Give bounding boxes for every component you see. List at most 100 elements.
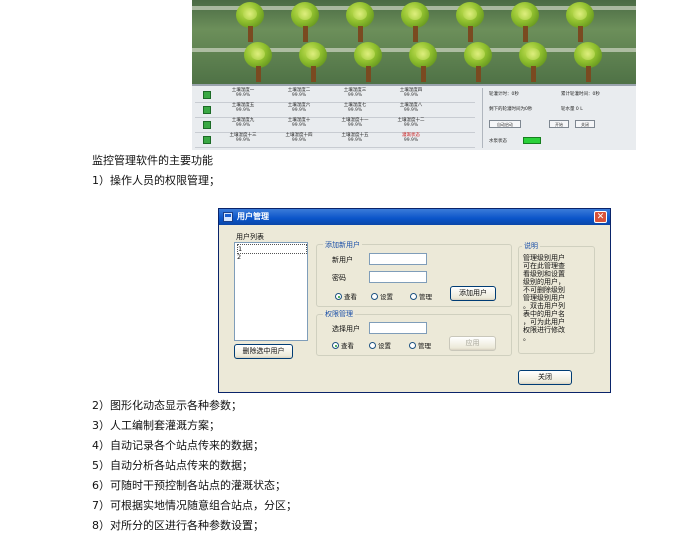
close-icon[interactable]: ✕ bbox=[594, 211, 607, 223]
sensor-panel: 土壤湿度一 99.9% 土壤湿度二 99.9% 土壤湿度三 99.9% 土壤湿度四 99.9%… bbox=[192, 84, 636, 150]
sensor-row: 土壤湿度十三 99.9% 土壤湿度十四 99.9% 土壤湿度十五 99.9% 灌溉状态 99.… bbox=[195, 133, 475, 148]
tree-icon bbox=[452, 2, 488, 42]
field-monitor-screenshot: 土壤湿度一 99.9% 土壤湿度二 99.9% 土壤湿度三 99.9% 土壤湿度四 99.9%… bbox=[192, 0, 636, 150]
user-list-label: 用户列表 bbox=[236, 233, 264, 241]
sensor-reading: 灌溉状态 99.9% bbox=[385, 133, 437, 143]
sensor-reading: 土壤湿度十五 99.9% bbox=[329, 133, 381, 143]
sensor-value: 99.9% bbox=[403, 108, 419, 113]
sensor-value: 99.9% bbox=[291, 93, 307, 98]
list-item[interactable]: 2 bbox=[237, 253, 241, 261]
radio-admin[interactable]: 管理 bbox=[410, 291, 432, 301]
sensor-reading: 土壤湿度十二 99.9% bbox=[385, 118, 437, 128]
auto-start-button[interactable]: 自动启动 bbox=[489, 120, 521, 128]
tree-icon bbox=[397, 2, 433, 42]
radio-label: 设置 bbox=[378, 342, 391, 350]
pump-status-indicator bbox=[523, 137, 541, 144]
feature-item: 6）可随时干预控制各站点的灌溉状态； bbox=[92, 479, 286, 492]
select-user-label: 选择用户 bbox=[332, 325, 360, 333]
sensor-value: 99.9% bbox=[291, 108, 307, 113]
feature-item: 2）图形化动态显示各种参数； bbox=[92, 399, 242, 412]
sensor-value: 99.9% bbox=[235, 138, 251, 143]
pump-status-label: 水泵状态 bbox=[489, 139, 507, 144]
sensor-reading: 土壤湿度五 99.9% bbox=[217, 103, 269, 113]
close-panel-button[interactable]: 关闭 bbox=[575, 120, 595, 128]
radio-dot-icon bbox=[409, 342, 416, 349]
sensor-reading: 土壤湿度三 99.9% bbox=[329, 88, 381, 98]
sensor-row: 土壤湿度一 99.9% 土壤湿度二 99.9% 土壤湿度三 99.9% 土壤湿度四 99.9% bbox=[195, 88, 475, 103]
user-list[interactable]: 1 2 bbox=[234, 242, 308, 341]
perm-radio-settings[interactable]: 设置 bbox=[369, 340, 391, 350]
apply-button[interactable]: 应用 bbox=[449, 336, 496, 351]
add-user-legend: 添加新用户 bbox=[323, 240, 362, 250]
tree-grid bbox=[192, 0, 636, 84]
perm-radio-admin[interactable]: 管理 bbox=[409, 340, 431, 350]
new-user-input[interactable] bbox=[369, 253, 427, 265]
list-item[interactable]: 1 bbox=[237, 244, 307, 254]
sensor-value: 99.9% bbox=[347, 138, 363, 143]
tree-icon bbox=[350, 42, 386, 82]
sensor-reading: 土壤湿度十一 99.9% bbox=[329, 118, 381, 128]
sensor-row: 土壤湿度九 99.9% 土壤湿度十 99.9% 土壤湿度十一 99.9% 土壤湿度十二 99.… bbox=[195, 118, 475, 133]
sensor-value: 99.9% bbox=[403, 138, 419, 143]
main-heading: 监控管理软件的主要功能 bbox=[92, 154, 213, 167]
tree-icon bbox=[232, 2, 268, 42]
radio-label: 查看 bbox=[341, 342, 354, 350]
sensor-value: 99.9% bbox=[347, 108, 363, 113]
sensor-reading: 土壤湿度一 99.9% bbox=[217, 88, 269, 98]
feature-item: 3）人工编制套灌溉方案； bbox=[92, 419, 220, 432]
sensor-value: 99.9% bbox=[291, 123, 307, 128]
total-time-text: 累计轮灌时间：0秒 bbox=[561, 92, 600, 97]
tree-icon bbox=[405, 42, 441, 82]
dialog-title: 用户管理 bbox=[237, 212, 269, 221]
station-checkbox-icon[interactable] bbox=[203, 121, 211, 129]
tree-icon bbox=[287, 2, 323, 42]
sensor-reading: 土壤湿度九 99.9% bbox=[217, 118, 269, 128]
station-checkbox-icon[interactable] bbox=[203, 106, 211, 114]
window-icon bbox=[223, 212, 233, 222]
select-user-input[interactable] bbox=[369, 322, 427, 334]
add-user-button[interactable]: 添加用户 bbox=[450, 286, 496, 301]
tree-icon bbox=[515, 42, 551, 82]
sensor-value: 99.9% bbox=[403, 93, 419, 98]
radio-view[interactable]: 查看 bbox=[335, 291, 357, 301]
sensor-value: 99.9% bbox=[235, 123, 251, 128]
feature-item: 8）对所分的区进行各种参数设置； bbox=[92, 519, 264, 532]
user-management-dialog: 用户管理 ✕ 用户列表 1 2 删除选中用户 添加新用户 新用户 密码 查看 设… bbox=[218, 208, 611, 393]
tree-icon bbox=[342, 2, 378, 42]
sensor-reading: 土壤湿度十四 99.9% bbox=[273, 133, 325, 143]
sensor-reading: 土壤湿度十 99.9% bbox=[273, 118, 325, 128]
password-input[interactable] bbox=[369, 271, 427, 283]
radio-dot-icon bbox=[410, 293, 417, 300]
sensor-grid: 土壤湿度一 99.9% 土壤湿度二 99.9% 土壤湿度三 99.9% 土壤湿度四 99.9%… bbox=[195, 88, 475, 148]
radio-label: 设置 bbox=[380, 293, 393, 301]
perm-radio-view[interactable]: 查看 bbox=[332, 340, 354, 350]
feature-item: 1）操作人员的权限管理； bbox=[92, 174, 220, 187]
start-button[interactable]: 开始 bbox=[549, 120, 569, 128]
sensor-row: 土壤湿度五 99.9% 土壤湿度六 99.9% 土壤湿度七 99.9% 土壤湿度八 99.9% bbox=[195, 103, 475, 118]
field-view bbox=[192, 0, 636, 84]
sensor-reading: 土壤湿度八 99.9% bbox=[385, 103, 437, 113]
feature-item: 7）可根据实地情况随意组合站点，分区； bbox=[92, 499, 297, 512]
sensor-value: 99.9% bbox=[235, 93, 251, 98]
next-time-text: 剩下的轮灌时间为0秒 bbox=[489, 107, 533, 112]
sensor-reading: 土壤湿度四 99.9% bbox=[385, 88, 437, 98]
password-label: 密码 bbox=[332, 274, 346, 282]
tree-icon bbox=[295, 42, 331, 82]
sensor-value: 99.9% bbox=[403, 123, 419, 128]
run-time-text: 轮灌计时：0秒 bbox=[489, 92, 519, 97]
tree-icon bbox=[240, 42, 276, 82]
irrigation-info: 轮灌计时：0秒 累计轮灌时间：0秒 剩下的轮灌时间为0秒 轮水量 0 L 自动启… bbox=[482, 88, 632, 148]
station-checkbox-icon[interactable] bbox=[203, 136, 211, 144]
radio-dot-icon bbox=[335, 293, 342, 300]
radio-settings[interactable]: 设置 bbox=[371, 291, 393, 301]
station-checkbox-icon[interactable] bbox=[203, 91, 211, 99]
radio-label: 管理 bbox=[418, 342, 431, 350]
sensor-reading: 土壤湿度六 99.9% bbox=[273, 103, 325, 113]
delete-user-button[interactable]: 删除选中用户 bbox=[234, 344, 293, 359]
permission-legend: 权限管理 bbox=[323, 309, 355, 319]
radio-dot-icon bbox=[371, 293, 378, 300]
close-button[interactable]: 关闭 bbox=[518, 370, 572, 385]
dialog-titlebar[interactable]: 用户管理 ✕ bbox=[219, 209, 610, 225]
sensor-value: 99.9% bbox=[347, 123, 363, 128]
radio-label: 管理 bbox=[419, 293, 432, 301]
